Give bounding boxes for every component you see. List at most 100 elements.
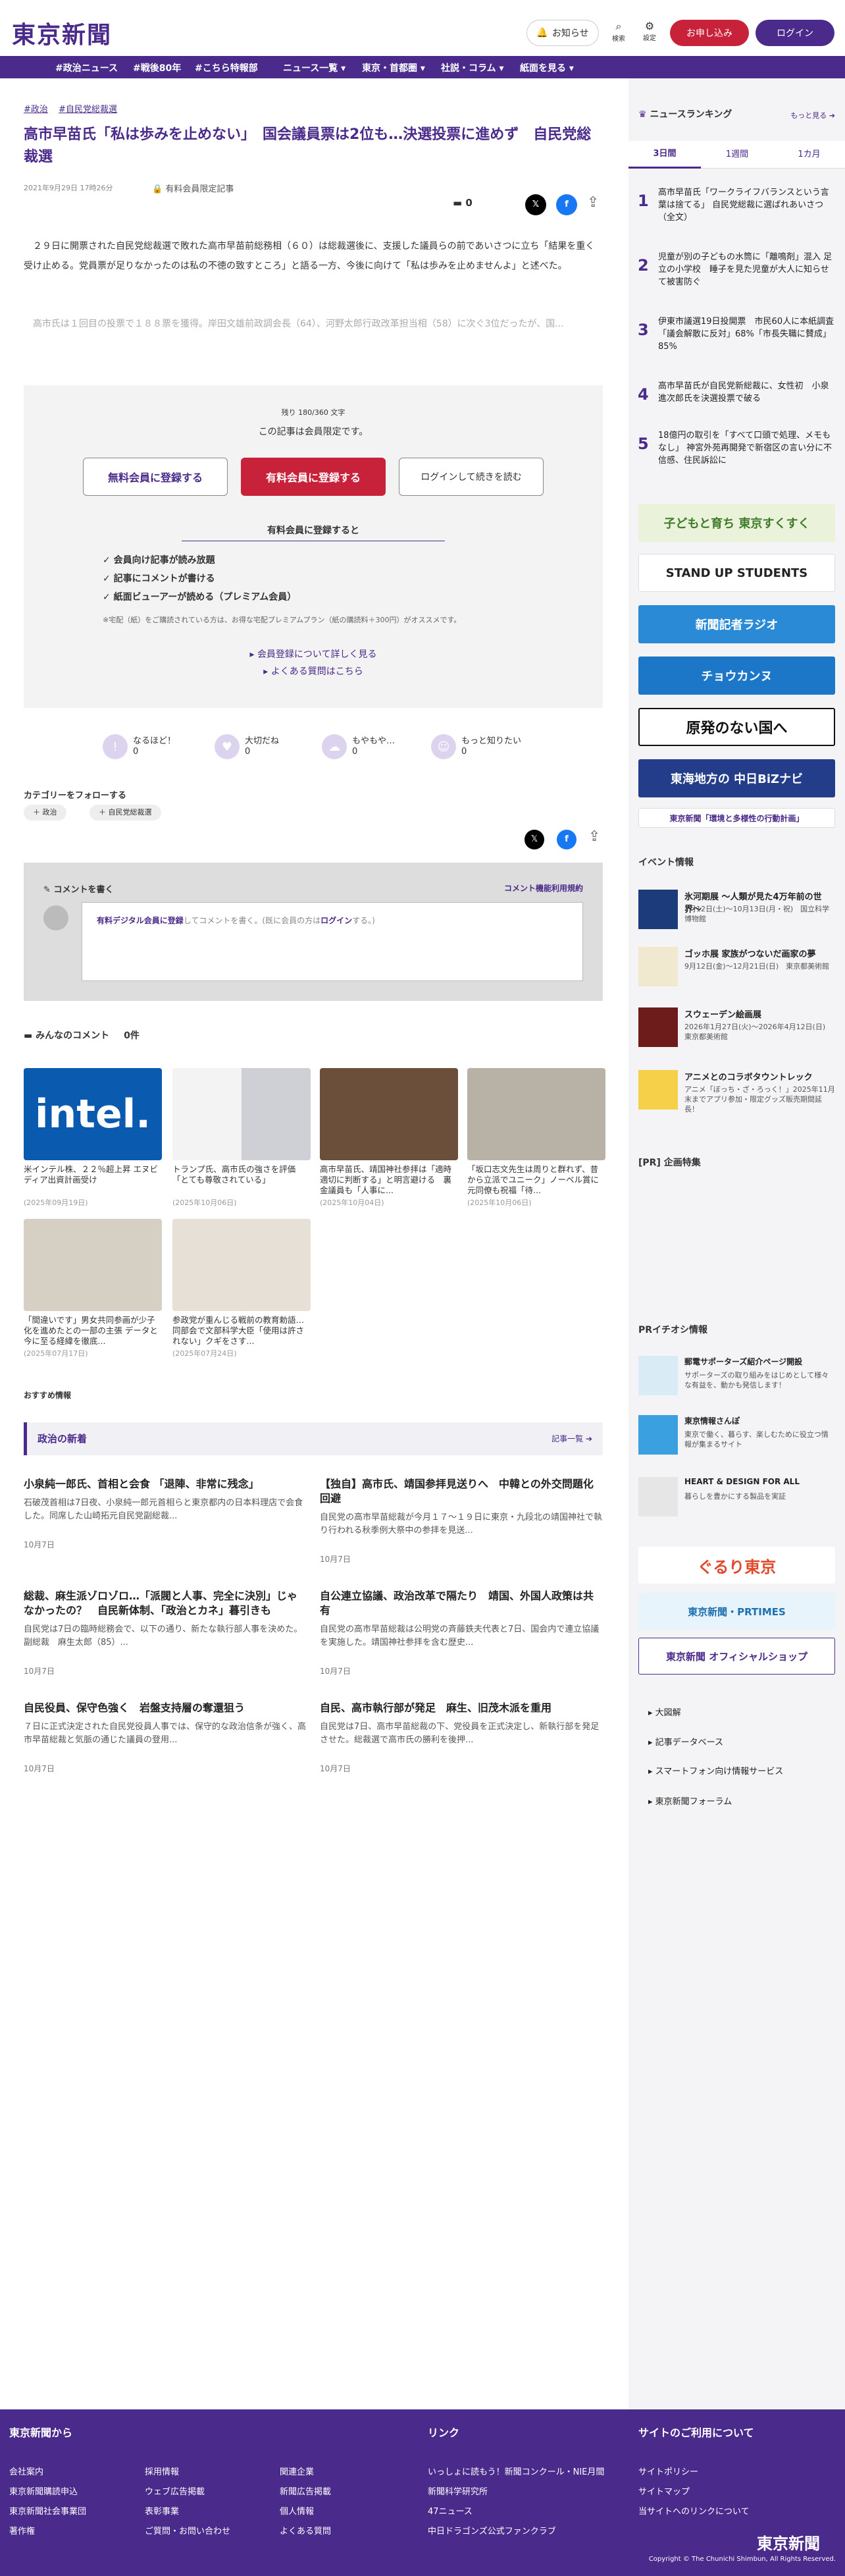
comment-rules-link[interactable]: コメント機能利用規約	[504, 882, 583, 894]
footer-link[interactable]: 著作権	[9, 2524, 35, 2536]
banner-stand-up-students[interactable]: STAND UP STUDENTS	[638, 554, 835, 592]
reaction-taisetsu[interactable]: ♥ 大切だね 0	[215, 734, 279, 759]
ranking-item[interactable]: 4 高市早苗氏が自民党新総裁に、女性初 小泉進次郎氏を決選投票で破る	[628, 380, 845, 421]
ranking-item[interactable]: 1 高市早苗氏「ワークライフバランスという言葉は捨てる」 自民党総裁に選ばれあいさ…	[628, 186, 845, 227]
footer-link[interactable]: サイトポリシー	[638, 2465, 698, 2477]
news-item[interactable]: 【独自】高市氏、靖国参拝見送りへ 中韓との外交問題化回避 自民党の高市早苗総裁が今…	[320, 1477, 603, 1565]
tab-1week[interactable]: 1週間	[701, 141, 773, 169]
faq-link[interactable]: ▸ よくある質問はこちら	[24, 664, 603, 678]
footer-link[interactable]: 新聞広告掲載	[280, 2484, 331, 2497]
reaction-motto[interactable]: ☺ もっと知りたい 0	[431, 734, 521, 759]
footer-link[interactable]: 中日ドラゴンズ公式ファンクラブ	[428, 2524, 556, 2536]
category-chip-politics[interactable]: ＋ 政治	[24, 805, 66, 820]
banner-genpatsu[interactable]: 原発のない国へ	[638, 708, 835, 746]
nav-item-tokuhobu[interactable]: #こちら特報部	[195, 61, 258, 74]
news-item[interactable]: 小泉純一郎氏、首相と会食 「退陣、非常に残念」 石破茂首相は7日夜、小泉純一郎元首…	[24, 1477, 307, 1550]
side-link-database[interactable]: ▸ 記事データベース	[648, 1735, 723, 1748]
footer-link[interactable]: 会社案内	[9, 2465, 43, 2477]
site-logo[interactable]: 東京新聞	[12, 16, 112, 50]
reaction-naruhodo[interactable]: ! なるほど！ 0	[103, 734, 176, 759]
footer-link[interactable]: よくある質問	[280, 2524, 331, 2536]
nav-item-politics[interactable]: #政治ニュース	[55, 61, 118, 74]
banner-gururi[interactable]: ぐるり東京	[638, 1547, 835, 1584]
side-link-forum[interactable]: ▸ 東京新聞フォーラム	[648, 1794, 732, 1807]
news-item[interactable]: 自民役員、保守色強く 岩盤支持層の奪還狙う ７日に正式決定された自民党役員人事では…	[24, 1701, 307, 1774]
footer-link[interactable]: 東京新聞購読申込	[9, 2484, 78, 2497]
footer-link[interactable]: いっしょに読もう！新聞コンクール・NIE月間	[428, 2465, 604, 2477]
apply-button[interactable]: お申し込み	[670, 20, 749, 46]
related-article[interactable]: 「間違いです」男女共同参画が少子化を進めたとの一部の主張 データと今に至る経緯を…	[24, 1219, 162, 1358]
related-article[interactable]: 参政党が重んじる戦前の教育勅語…同部会で文部科学大臣「使用は許されない」クギをさ…	[172, 1219, 311, 1358]
pr-item[interactable]: 郵電サポーターズ紹介ページ開設 サポーターズの取り組みをはじめとして様々な有益を、…	[638, 1356, 835, 1402]
register-link[interactable]: 有料デジタル会員に登録	[97, 916, 184, 925]
nav-item-editorial[interactable]: 社説・コラム ▾	[441, 61, 503, 74]
notice-button[interactable]: 🔔 お知らせ	[526, 20, 599, 46]
footer-link[interactable]: 関連企業	[280, 2465, 314, 2477]
nav-item-tokyo[interactable]: 東京・首都圏 ▾	[362, 61, 425, 74]
nav-item-paper[interactable]: 紙面を見る ▾	[520, 61, 574, 74]
login-button[interactable]: ログイン	[755, 20, 834, 46]
event-item[interactable]: ゴッホ展 家族がつないだ画家の夢 9月12日(金)〜12月21日(日) 東京都美術…	[638, 947, 835, 993]
login-continue-button[interactable]: ログインして続きを読む	[399, 458, 544, 496]
footer-link[interactable]: 当サイトへのリンクについて	[638, 2504, 750, 2517]
footer-link[interactable]: 47ニュース	[428, 2504, 473, 2517]
pr-item[interactable]: HEART & DESIGN FOR ALL 暮らしを豊かにする製品を実証	[638, 1477, 835, 1523]
footer-link[interactable]: 東京新聞社会事業団	[9, 2504, 86, 2517]
ranking-item[interactable]: 5 18億円の取引を「すべて口頭で処理、メモもなし」 神宮外苑再開発で新宿区の言い…	[628, 429, 845, 470]
banner-choukanne[interactable]: チョウカンヌ	[638, 657, 835, 695]
news-item[interactable]: 自公連立協議、政治改革で隔たり 靖国、外国人政策は共有 自民党の高市早苗総裁は公明…	[320, 1589, 603, 1677]
x-share-icon[interactable]: 𝕏	[525, 194, 546, 215]
pr-item[interactable]: 東京情報さんぽ 東京で働く、暮らす、楽しむために役立つ情報が集まるサイト	[638, 1415, 835, 1461]
comment-count[interactable]: ▬ 0	[453, 197, 473, 209]
banner-prtimes[interactable]: 東京新聞・PRTIMES	[638, 1593, 835, 1630]
facebook-share-icon[interactable]: f	[556, 194, 577, 215]
event-item[interactable]: スウェーデン絵画展 2026年1月27日(火)〜2026年4月12日(日) 東京都…	[638, 1007, 835, 1054]
x-share-icon[interactable]: 𝕏	[525, 830, 544, 849]
related-article[interactable]: 高市早苗氏、靖国神社参拝は「適時適切に判断する」と明言避ける 裏金議員も「人事に…	[320, 1068, 458, 1208]
banner-sukusuku[interactable]: 子どもと育ち 東京すくすく	[638, 504, 835, 542]
footer-link[interactable]: ウェブ広告掲載	[145, 2484, 205, 2497]
share-icon[interactable]: ⇪	[588, 828, 600, 845]
event-item[interactable]: アニメとのコラボタウントレック アニメ「ぼっち・ざ・ろっく！」2025年11月末ま…	[638, 1070, 835, 1116]
banner-diversity[interactable]: 東京新聞「環境と多様性の行動計画」	[638, 808, 835, 828]
free-register-button[interactable]: 無料会員に登録する	[83, 458, 228, 496]
comment-input[interactable]: 有料デジタル会員に登録してコメントを書く。(既に会員の方はログインする。)	[82, 902, 583, 981]
footer-link[interactable]: ご質問・お問い合わせ	[145, 2524, 230, 2536]
side-link-smartphone[interactable]: ▸ スマートフォン向け情報サービス	[648, 1764, 783, 1777]
related-article[interactable]: トランプ氏、高市氏の強さを評価「とても尊敬されている」 (2025年10月06日)	[172, 1068, 311, 1208]
category-chip-election[interactable]: ＋ 自民党総裁選	[90, 805, 161, 820]
news-item[interactable]: 自民、高市執行部が発足 麻生、旧茂木派を重用 自民党は7日、高市早苗総裁の下、党役…	[320, 1701, 603, 1774]
tag-election[interactable]: #自民党総裁選	[59, 105, 117, 115]
tag-politics[interactable]: #政治	[24, 105, 48, 115]
footer-link[interactable]: 表彰事業	[145, 2504, 179, 2517]
footer-link[interactable]: 新聞科学研究所	[428, 2484, 488, 2497]
settings-button[interactable]: ⚙ 設定	[640, 20, 659, 42]
nav-item-news-list[interactable]: ニュース一覧 ▾	[283, 61, 346, 74]
side-link-daizukai[interactable]: ▸ 大図解	[648, 1705, 681, 1718]
footer-link[interactable]: サイトマップ	[638, 2484, 690, 2497]
reaction-moyamoya[interactable]: ☁ もやもや… 0	[322, 734, 395, 759]
nav-item-war80[interactable]: #戦後80年	[133, 61, 181, 74]
search-button[interactable]: ⌕ 検索	[609, 20, 628, 43]
facebook-share-icon[interactable]: f	[557, 830, 576, 849]
tab-3days[interactable]: 3日間	[628, 141, 701, 169]
banner-radio[interactable]: 新聞記者ラジオ	[638, 605, 835, 643]
ranking-item[interactable]: 3 伊東市議選19日投開票 市民60人に本紙調査「議会解散に反対」68%「市長失職…	[628, 315, 845, 356]
footer-link[interactable]: 採用情報	[145, 2465, 179, 2477]
share-icon[interactable]: ⇪	[587, 194, 603, 215]
ranking-more-link[interactable]: もっと見る ➔	[790, 110, 835, 121]
comment-login-link[interactable]: ログイン	[320, 916, 352, 925]
footer-link[interactable]: 個人情報	[280, 2504, 314, 2517]
news-item[interactable]: 総裁、麻生派ゾロゾロ…「派閥と人事、完全に決別」じゃなかったの？ 自民新体制、「…	[24, 1589, 307, 1677]
ranking-item[interactable]: 2 児童が別の子どもの水筒に「離鳴剤」混入 足立の小学校 睡子を見た児童が大人に知…	[628, 251, 845, 292]
banner-bizuavi[interactable]: 東海地方の 中日BiZナビ	[638, 759, 835, 797]
paid-register-button[interactable]: 有料会員に登録する	[241, 458, 386, 496]
footer-logo[interactable]: 東京新聞	[757, 2531, 820, 2554]
related-article[interactable]: intel. 米インテル株、２２％超上昇 エヌビディア出資計画受け (2025年09…	[24, 1068, 162, 1208]
tab-1month[interactable]: 1カ月	[773, 141, 845, 169]
event-item[interactable]: 氷河期展 〜人類が見た4万年前の世界〜 7月12日(土)〜10月13日(月・祝) …	[638, 890, 835, 936]
politics-more-link[interactable]: 記事一覧 ➔	[551, 1433, 592, 1444]
banner-shop[interactable]: 東京新聞 オフィシャルショップ	[638, 1638, 835, 1675]
related-article[interactable]: 「坂口志文先生は周りと群れず、昔から立派でユニーク」ノーベル賞に元同僚も祝福「待…	[467, 1068, 605, 1208]
more-info-link[interactable]: ▸ 会員登録について詳しく見る	[24, 647, 603, 660]
